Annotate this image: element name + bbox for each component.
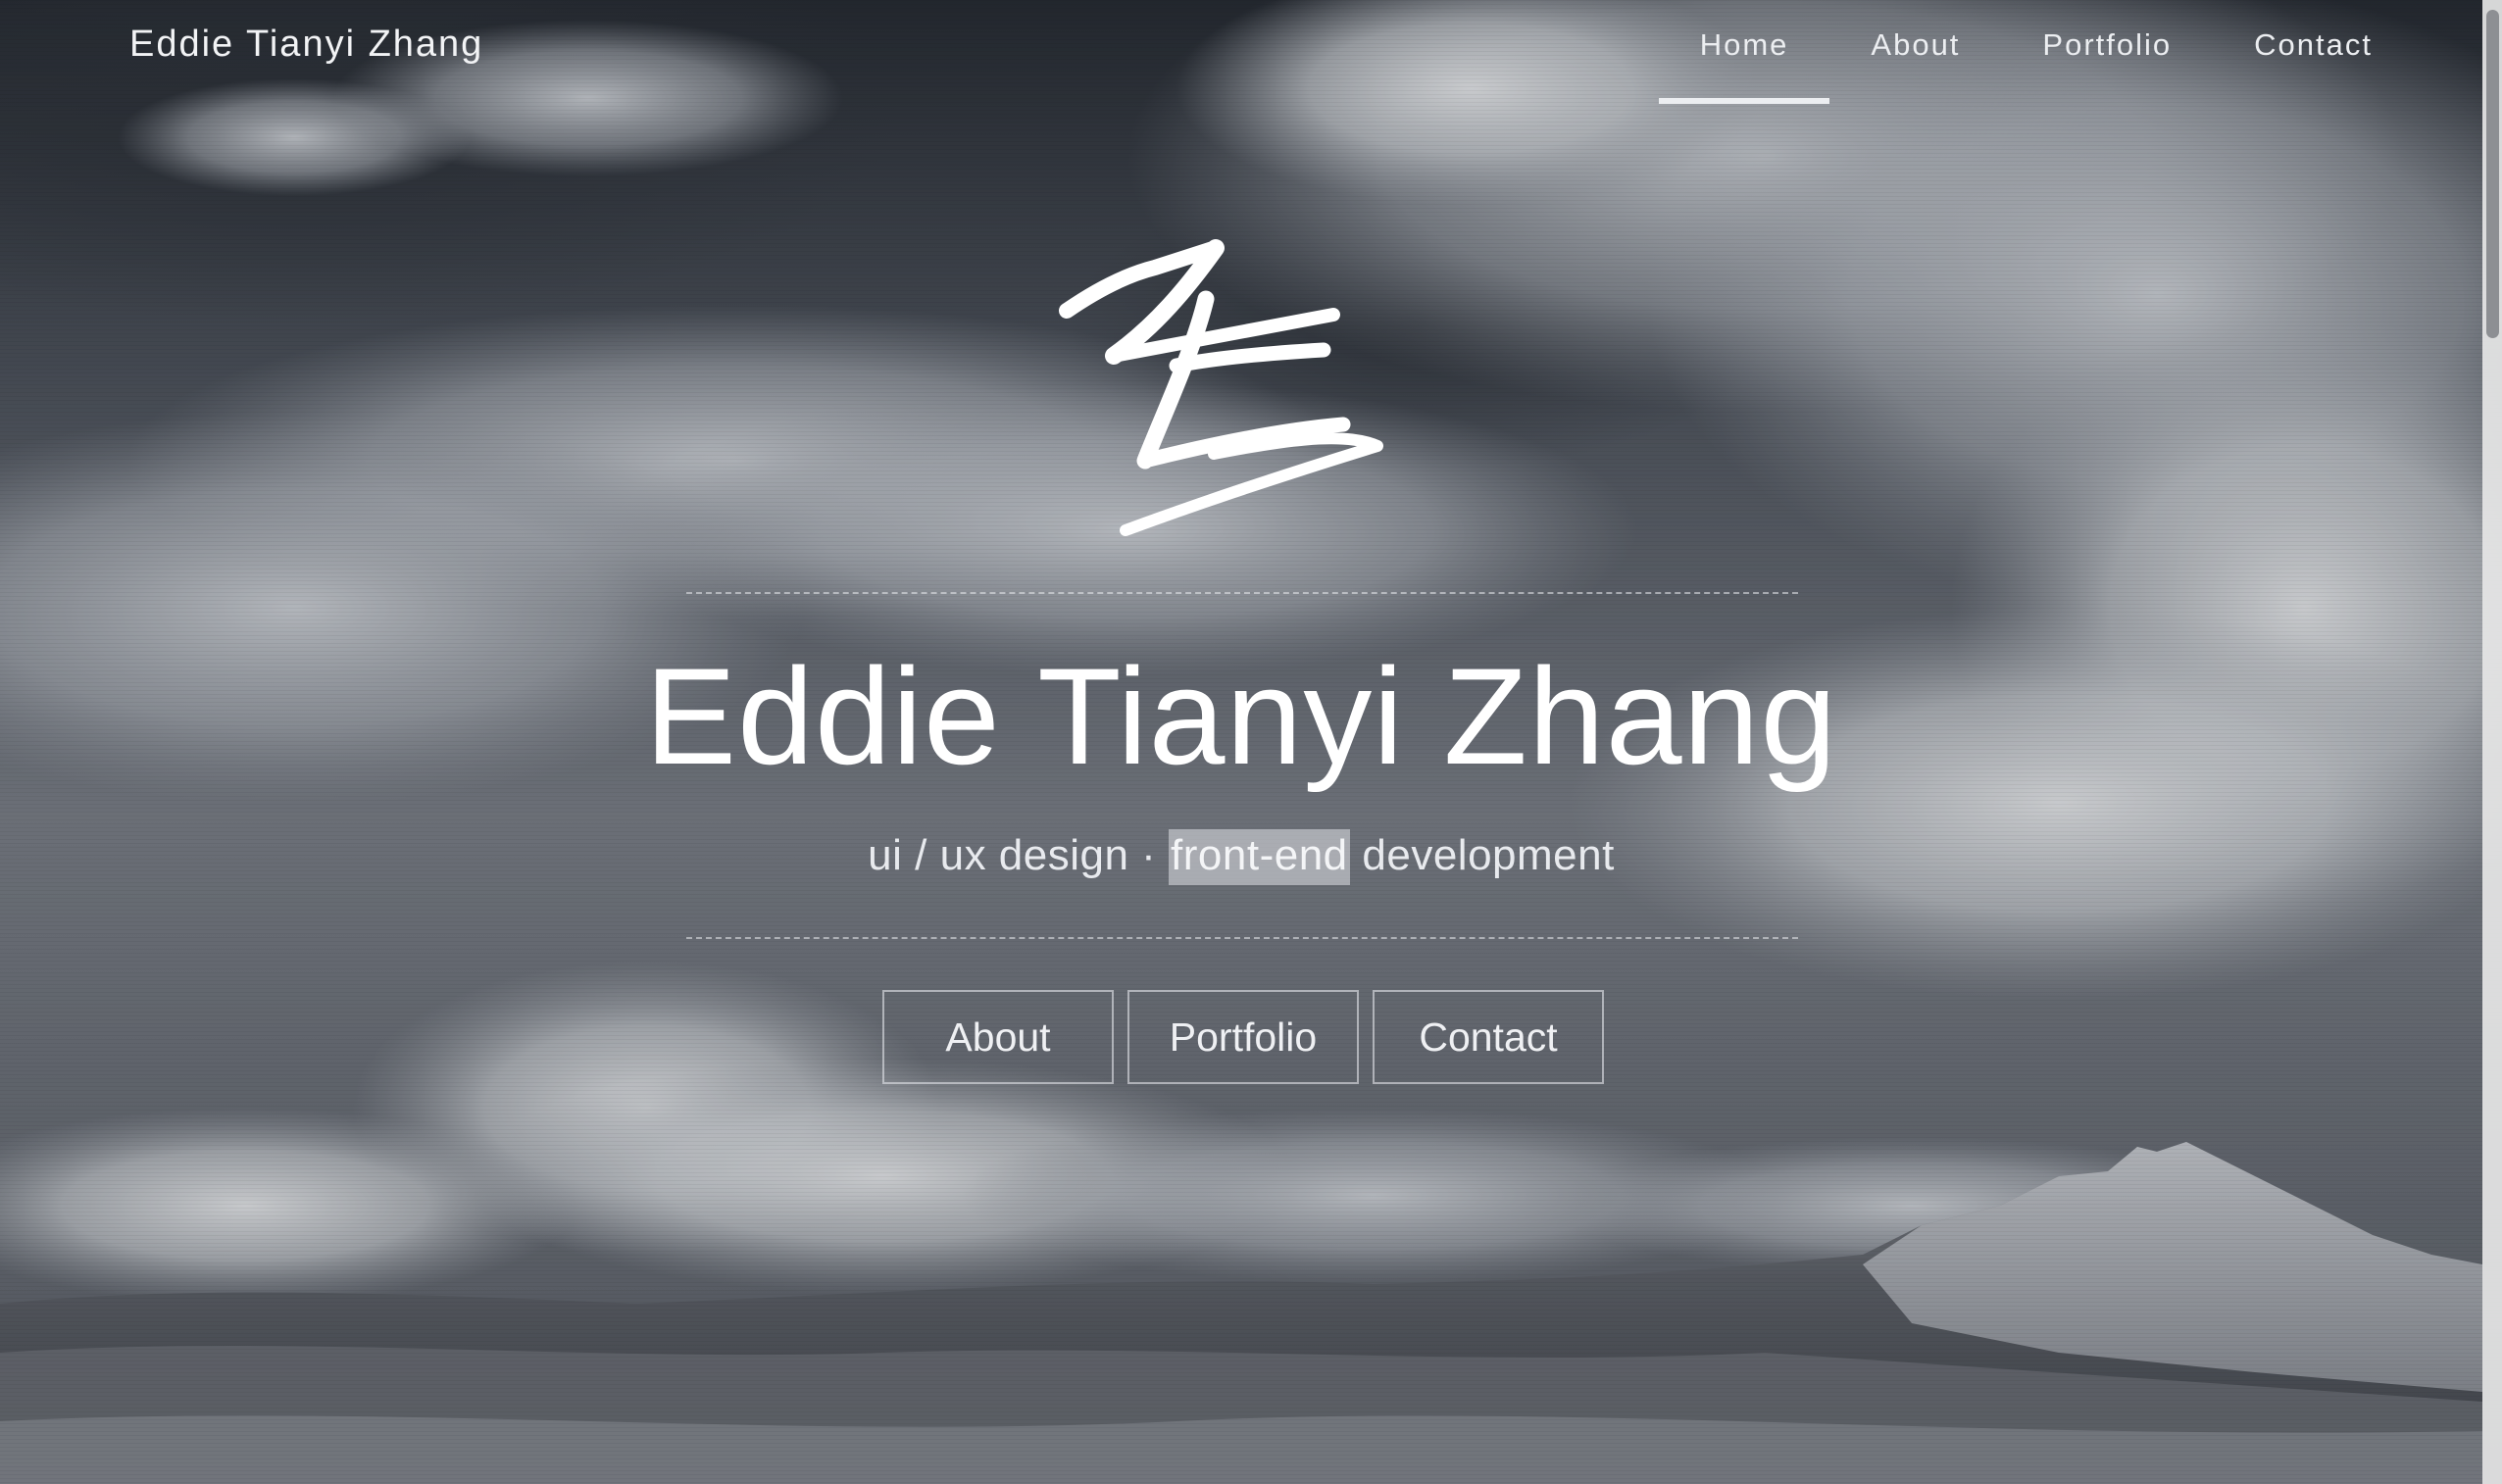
top-navigation-bar: Eddie Tianyi Zhang Home About Portfolio … [0,0,2482,108]
nav-item-portfolio[interactable]: Portfolio [2001,0,2213,104]
main-nav: Home About Portfolio Contact [1658,0,2414,104]
contact-button[interactable]: Contact [1373,990,1604,1084]
scrollbar-thumb[interactable] [2486,10,2499,338]
divider-bottom [686,937,1798,939]
about-button[interactable]: About [882,990,1114,1084]
subtitle-text-before: ui / ux design · [868,831,1170,879]
subtitle-highlight: front-end [1169,829,1350,885]
page: Eddie Tianyi Zhang Home About Portfolio … [0,0,2502,1484]
page-scrollbar[interactable] [2482,0,2502,1484]
nav-item-contact[interactable]: Contact [2213,0,2414,104]
hero-subtitle: ui / ux design · front-end development [0,829,2482,885]
nav-item-home[interactable]: Home [1658,0,1830,104]
cta-button-group: About Portfolio Contact [0,990,2484,1084]
brand-name[interactable]: Eddie Tianyi Zhang [129,24,483,66]
subtitle-text-after: development [1349,831,1615,879]
portfolio-button[interactable]: Portfolio [1127,990,1359,1084]
nav-item-about[interactable]: About [1829,0,2001,104]
ze-monogram-icon [1059,239,1383,536]
hero-title: Eddie Tianyi Zhang [644,639,1838,793]
divider-top [686,592,1798,594]
hero-section: Eddie Tianyi Zhang ui / ux design · fron… [0,0,2482,1484]
